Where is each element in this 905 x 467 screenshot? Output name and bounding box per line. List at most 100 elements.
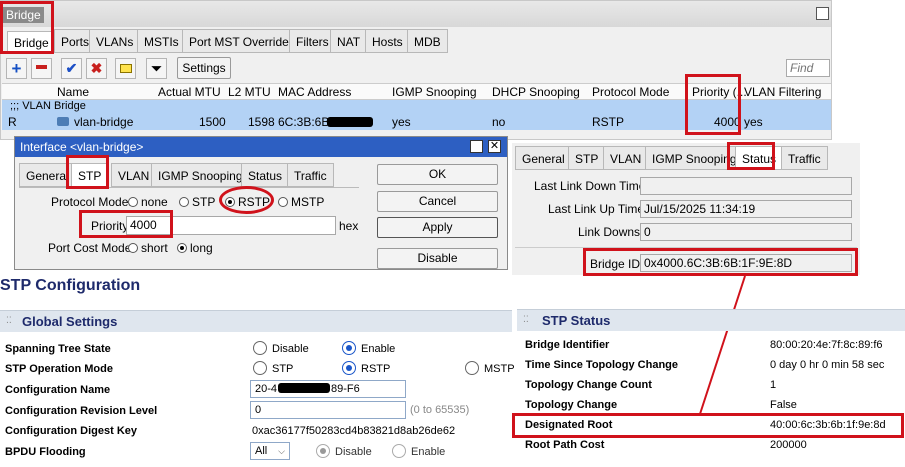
row-name: vlan-bridge xyxy=(74,115,134,129)
ok-button[interactable]: OK xyxy=(377,164,498,185)
topology-change-value: False xyxy=(770,399,797,411)
disable-button[interactable]: Disable xyxy=(377,248,498,269)
cancel-button[interactable]: Cancel xyxy=(377,191,498,212)
operation-mode-mstp-option[interactable]: MSTP xyxy=(465,361,515,375)
dialog-tab-igmp-snooping[interactable]: IGMP Snooping xyxy=(151,163,250,187)
col-dhcp-snooping[interactable]: DHCP Snooping xyxy=(492,85,580,99)
dialog-tab-vlan[interactable]: VLAN xyxy=(111,163,157,187)
protocol-option-none[interactable]: none xyxy=(128,195,168,209)
filter-icon[interactable]: ⏷ xyxy=(146,58,167,79)
row-vlan-filtering: yes xyxy=(744,115,763,129)
highlight-rstp-option xyxy=(219,186,274,214)
stp-state-enable-option[interactable]: Enable xyxy=(342,341,395,355)
radio-short-icon xyxy=(128,243,138,253)
operation-mode-rstp-option[interactable]: RSTP xyxy=(342,361,390,375)
apply-button[interactable]: Apply xyxy=(377,217,498,238)
col-mac-address[interactable]: MAC Address xyxy=(278,85,351,99)
tab-filters[interactable]: Filters xyxy=(289,29,336,53)
operation-mode-stp-option[interactable]: STP xyxy=(253,361,293,375)
disable-x-icon[interactable]: ✖ xyxy=(86,58,107,79)
time-since-topology-change-value: 0 day 0 hr 0 min 58 sec xyxy=(770,359,885,371)
protocol-mode-label: Protocol Mode: xyxy=(51,195,132,209)
highlight-status-tab xyxy=(727,142,775,170)
tab-hosts[interactable]: Hosts xyxy=(365,29,410,53)
tab-mdb[interactable]: MDB xyxy=(407,29,448,53)
protocol-option-mstp[interactable]: MSTP xyxy=(278,195,324,209)
port-cost-option-short[interactable]: short xyxy=(128,241,168,255)
col-igmp-snooping[interactable]: IGMP Snooping xyxy=(392,85,477,99)
remove-icon[interactable] xyxy=(31,58,52,79)
configuration-revision-input[interactable]: 0 xyxy=(250,401,406,419)
radio-stp-icon xyxy=(179,197,189,207)
last-link-down-label: Last Link Down Time: xyxy=(534,179,649,193)
highlight-bridge-tab xyxy=(0,1,54,54)
row-igmp: yes xyxy=(392,115,411,129)
global-settings-title: Global Settings xyxy=(22,314,118,329)
tab-vlans[interactable]: VLANs xyxy=(89,29,141,53)
tab-mstis[interactable]: MSTIs xyxy=(137,29,186,53)
dotgrid-icon: ⁚⁚ xyxy=(6,315,12,325)
col-actual-mtu[interactable]: Actual MTU xyxy=(158,85,221,99)
bpdu-disable-option[interactable]: Disable xyxy=(316,444,372,458)
col-vlan-filtering[interactable]: VLAN Filtering xyxy=(744,85,821,99)
radio-on-icon xyxy=(342,341,356,355)
root-path-cost-label: Root Path Cost xyxy=(525,439,605,451)
stp-status-title: STP Status xyxy=(542,313,611,328)
stp-operation-mode-label: STP Operation Mode xyxy=(5,363,113,375)
revision-range-hint: (0 to 65535) xyxy=(410,404,470,416)
dialog-titlebar: Interface <vlan-bridge> ✕ xyxy=(15,137,507,157)
add-icon[interactable]: + xyxy=(6,58,27,79)
dialog-tab-status[interactable]: Status xyxy=(241,163,290,187)
col-l2-mtu[interactable]: L2 MTU xyxy=(228,85,271,99)
spanning-tree-state-label: Spanning Tree State xyxy=(5,343,111,355)
highlight-priority-field xyxy=(79,210,173,238)
radio-on-icon xyxy=(316,444,330,458)
enable-check-icon[interactable]: ✔ xyxy=(61,58,82,79)
comment-icon[interactable] xyxy=(115,58,136,79)
bpdu-enable-option[interactable]: Enable xyxy=(392,444,445,458)
highlight-stp-tab xyxy=(66,155,109,189)
bpdu-flooding-select[interactable]: All ⌵ xyxy=(250,442,290,460)
status-tab-stp[interactable]: STP xyxy=(568,146,606,170)
row-actual-mtu: 1500 xyxy=(199,115,226,129)
status-tab-general[interactable]: General xyxy=(515,146,572,170)
topology-change-label: Topology Change xyxy=(525,399,618,411)
configuration-digest-label: Configuration Digest Key xyxy=(5,425,138,437)
close-icon[interactable]: ✕ xyxy=(488,140,501,153)
find-input[interactable] xyxy=(786,59,830,77)
last-link-up-label: Last Link Up Time: xyxy=(548,202,648,216)
col-protocol-mode[interactable]: Protocol Mode xyxy=(592,85,669,99)
topology-change-count-label: Topology Change Count xyxy=(525,379,652,391)
configuration-revision-label: Configuration Revision Level xyxy=(5,405,158,417)
chevron-down-icon: ⌵ xyxy=(278,446,285,456)
radio-long-icon xyxy=(177,243,187,253)
tab-port-mst-overrides[interactable]: Port MST Overrides xyxy=(182,29,302,53)
redaction-mark xyxy=(278,383,331,393)
global-settings-header: ⁚⁚ Global Settings xyxy=(0,310,512,332)
priority-unit: hex xyxy=(339,219,359,233)
port-cost-option-long[interactable]: long xyxy=(177,241,213,255)
configuration-digest-value: 0xac36177f50283cd4b83821d8ab26de62 xyxy=(252,425,456,437)
row-l2-mtu: 1598 xyxy=(248,115,275,129)
status-tab-bar: General STP VLAN IGMP Snooping Status Tr… xyxy=(515,146,855,172)
stp-state-disable-option[interactable]: Disable xyxy=(253,341,309,355)
link-downs-label: Link Downs: xyxy=(578,225,644,239)
protocol-option-stp[interactable]: STP xyxy=(179,195,215,209)
restore-icon[interactable] xyxy=(470,140,483,153)
link-downs-field: 0 xyxy=(640,223,852,241)
configuration-name-label: Configuration Name xyxy=(5,384,111,396)
status-tab-traffic[interactable]: Traffic xyxy=(781,146,828,170)
dotgrid-icon: ⁚⁚ xyxy=(523,314,529,324)
status-tab-vlan[interactable]: VLAN xyxy=(603,146,649,170)
root-path-cost-value: 200000 xyxy=(770,439,807,451)
configuration-name-input[interactable]: 20-4 89-F6 xyxy=(250,380,406,398)
dialog-tab-traffic[interactable]: Traffic xyxy=(287,163,334,187)
tab-nat[interactable]: NAT xyxy=(330,29,368,53)
settings-button[interactable]: Settings xyxy=(177,57,231,79)
window-titlebar xyxy=(1,1,831,27)
highlight-designated-root xyxy=(512,413,904,438)
col-name[interactable]: Name xyxy=(57,85,89,99)
dialog-title: Interface <vlan-bridge> xyxy=(20,140,144,154)
time-since-topology-change-label: Time Since Topology Change xyxy=(525,359,679,371)
window-restore-button[interactable] xyxy=(816,7,829,20)
